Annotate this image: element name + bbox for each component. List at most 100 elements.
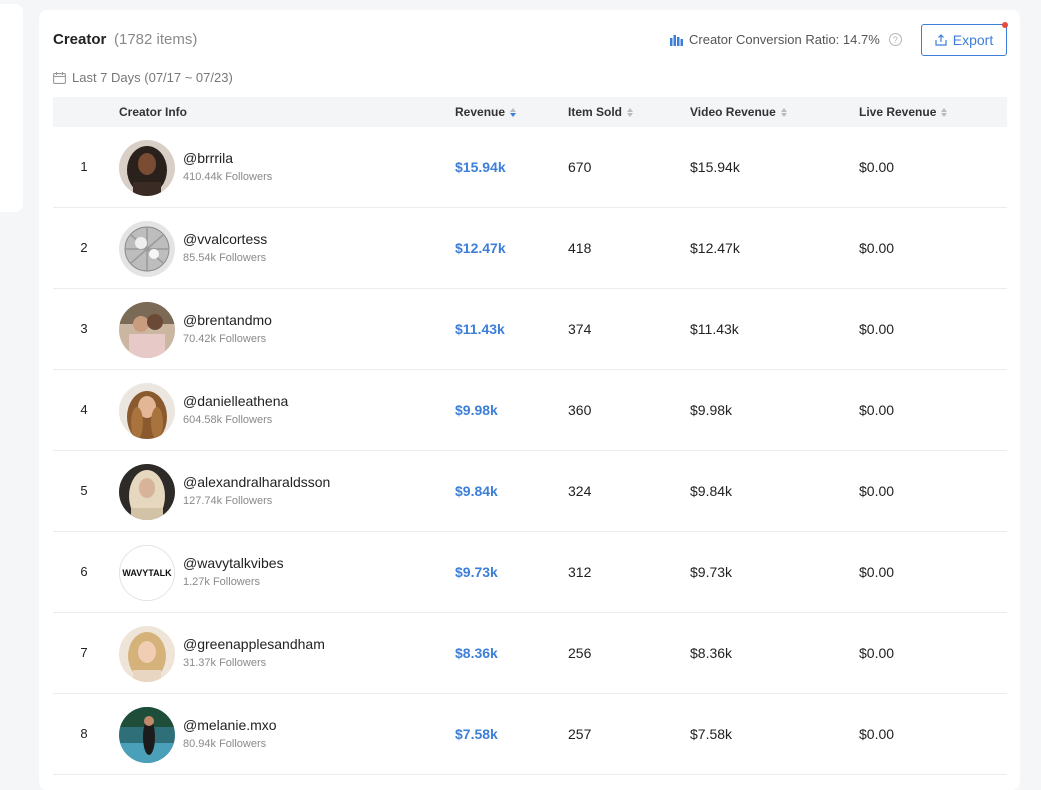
follower-count: 70.42k Followers xyxy=(183,333,267,345)
rank: 5 xyxy=(80,483,88,498)
table-header: Creator Info Revenue Item Sold Video Rev… xyxy=(53,97,1007,127)
col-video-revenue-label: Video Revenue xyxy=(690,105,776,119)
item-sold: 360 xyxy=(568,402,592,418)
live-revenue: $0.00 xyxy=(859,402,895,418)
date-range-label: Last 7 Days (07/17 ~ 07/23) xyxy=(72,70,233,85)
export-button[interactable]: Export xyxy=(921,22,1008,56)
conversion-label: Creator Conversion Ratio: 14.7% xyxy=(689,32,880,47)
sort-icon[interactable] xyxy=(941,107,948,117)
video-revenue: $8.36k xyxy=(690,645,733,661)
avatar[interactable]: WAVYTALK xyxy=(119,545,175,601)
table-row[interactable]: 3 @brentandmo 70.42k Followers $11.43k 3… xyxy=(53,289,1007,370)
creator-handle[interactable]: @wavytalkvibes xyxy=(183,555,284,571)
table-row[interactable]: 7 @greenapplesandham 31.37k Followers $8… xyxy=(53,613,1007,694)
video-revenue: $15.94k xyxy=(690,159,740,175)
creator-handle[interactable]: @brrrila xyxy=(183,150,233,166)
revenue: $15.94k xyxy=(455,159,506,175)
revenue: $9.73k xyxy=(455,564,498,580)
avatar[interactable] xyxy=(119,221,175,277)
page-title: Creator xyxy=(53,31,107,48)
creator-handle[interactable]: @greenapplesandham xyxy=(183,636,325,652)
creator-handle[interactable]: @danielleathena xyxy=(183,393,288,409)
video-revenue: $11.43k xyxy=(690,321,739,337)
revenue: $12.47k xyxy=(455,240,506,256)
creator-handle[interactable]: @melanie.mxo xyxy=(183,717,277,733)
col-item-sold-label: Item Sold xyxy=(568,105,623,119)
revenue: $9.84k xyxy=(455,483,498,499)
date-range: Last 7 Days (07/17 ~ 07/23) xyxy=(53,70,233,85)
item-sold: 324 xyxy=(568,483,592,499)
export-label: Export xyxy=(952,32,994,48)
live-revenue: $0.00 xyxy=(859,159,895,175)
follower-count: 31.37k Followers xyxy=(183,657,267,669)
follower-count: 1.27k Followers xyxy=(183,576,261,588)
avatar[interactable] xyxy=(119,464,175,520)
notification-dot xyxy=(1002,22,1008,28)
item-sold: 418 xyxy=(568,240,592,256)
col-creator-info-label: Creator Info xyxy=(119,105,188,119)
item-sold: 312 xyxy=(568,564,592,580)
table-row[interactable]: 2 @vvalcortess 85.54k Followers $12.47k … xyxy=(53,208,1007,289)
col-video-revenue[interactable]: Video Revenue xyxy=(690,105,787,119)
video-revenue: $7.58k xyxy=(690,726,733,742)
col-revenue[interactable]: Revenue xyxy=(455,105,517,119)
item-sold: 257 xyxy=(568,726,592,742)
table-row[interactable]: 1 @brrrila 410.44k Followers $15.94k 670… xyxy=(53,127,1007,208)
video-revenue: $9.98k xyxy=(690,402,733,418)
sort-icon[interactable] xyxy=(627,107,634,117)
sort-icon[interactable] xyxy=(510,107,517,117)
video-revenue: $9.84k xyxy=(690,483,733,499)
video-revenue: $12.47k xyxy=(690,240,740,256)
avatar[interactable] xyxy=(119,302,175,358)
rank: 1 xyxy=(80,159,88,174)
conversion-ratio: Creator Conversion Ratio: 14.7% ? xyxy=(670,32,902,47)
revenue: $11.43k xyxy=(455,321,505,337)
follower-count: 85.54k Followers xyxy=(183,252,267,264)
rank: 2 xyxy=(80,240,88,255)
revenue: $8.36k xyxy=(455,645,498,661)
item-sold: 374 xyxy=(568,321,592,337)
col-revenue-label: Revenue xyxy=(455,105,506,119)
live-revenue: $0.00 xyxy=(859,564,895,580)
avatar[interactable] xyxy=(119,140,175,196)
avatar[interactable] xyxy=(119,383,175,439)
avatar[interactable] xyxy=(119,707,175,763)
col-live-revenue[interactable]: Live Revenue xyxy=(859,105,948,119)
calendar-icon xyxy=(53,71,66,84)
rank: 4 xyxy=(80,402,88,417)
video-revenue: $9.73k xyxy=(690,564,733,580)
revenue: $9.98k xyxy=(455,402,498,418)
help-icon[interactable]: ? xyxy=(888,33,902,46)
left-panel xyxy=(0,4,23,212)
revenue: $7.58k xyxy=(455,726,498,742)
live-revenue: $0.00 xyxy=(859,483,895,499)
follower-count: 604.58k Followers xyxy=(183,414,273,426)
rank: 7 xyxy=(80,645,88,660)
follower-count: 127.74k Followers xyxy=(183,495,273,507)
table-row[interactable]: 4 @danielleathena 604.58k Followers $9.9… xyxy=(53,370,1007,451)
rank: 8 xyxy=(80,726,88,741)
creator-handle[interactable]: @alexandralharaldsson xyxy=(183,474,330,490)
live-revenue: $0.00 xyxy=(859,240,895,256)
creator-handle[interactable]: @brentandmo xyxy=(183,312,272,328)
col-creator-info: Creator Info xyxy=(119,105,187,119)
col-item-sold[interactable]: Item Sold xyxy=(568,105,634,119)
col-live-revenue-label: Live Revenue xyxy=(859,105,937,119)
table-row[interactable]: 5 @alexandralharaldsson 127.74k Follower… xyxy=(53,451,1007,532)
live-revenue: $0.00 xyxy=(859,321,895,337)
table-row[interactable]: 8 @melanie.mxo 80.94k Followers $7.58k 2… xyxy=(53,694,1007,775)
live-revenue: $0.00 xyxy=(859,645,895,661)
table-row[interactable]: 6 WAVYTALK @wavytalkvibes 1.27k Follower… xyxy=(53,532,1007,613)
item-sold: 670 xyxy=(568,159,592,175)
live-revenue: $0.00 xyxy=(859,726,895,742)
sort-icon[interactable] xyxy=(780,107,787,117)
avatar[interactable] xyxy=(119,626,175,682)
item-count: (1782 items) xyxy=(114,31,198,48)
creator-handle[interactable]: @vvalcortess xyxy=(183,231,267,247)
upload-icon xyxy=(935,34,947,46)
creator-card: Creator (1782 items) Creator Conversion … xyxy=(39,10,1020,790)
follower-count: 410.44k Followers xyxy=(183,171,273,183)
item-sold: 256 xyxy=(568,645,592,661)
rank: 3 xyxy=(80,321,88,336)
follower-count: 80.94k Followers xyxy=(183,738,267,750)
